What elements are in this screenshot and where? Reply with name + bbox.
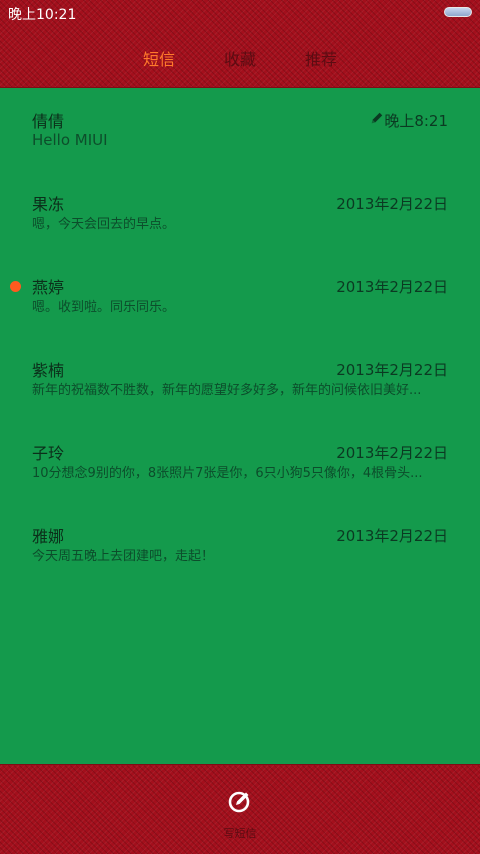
message-preview: 嗯。收到啦。同乐同乐。 — [32, 300, 176, 315]
contact-name: 紫楠 — [32, 361, 65, 380]
message-date: 2013年2月22日 — [336, 278, 448, 296]
contact-name: 子玲 — [32, 444, 65, 463]
message-preview: Hello MIUI — [32, 131, 108, 149]
thread-list: 倩倩 晚上8:21 Hello MIUI 果冻 2013年2月22日 嗯，今天会… — [0, 88, 480, 764]
thread-row[interactable]: 雅娜 2013年2月22日 今天周五晚上去团建吧，走起！ — [0, 503, 480, 586]
top-bar: 晚上10:21 短信 收藏 推荐 — [0, 0, 480, 88]
message-date: 2013年2月22日 — [336, 444, 448, 462]
thread-row[interactable]: 果冻 2013年2月22日 嗯，今天会回去的早点。 — [0, 171, 480, 254]
message-preview: 今天周五晚上去团建吧，走起！ — [32, 549, 215, 564]
compose-button-label[interactable]: 写短信 — [0, 825, 480, 841]
message-preview: 10分想念9别的你，8张照片7张是你，6只小狗5只像你，4根骨头... — [32, 466, 423, 481]
draft-pencil-icon — [371, 112, 383, 124]
bottom-bar: 写短信 — [0, 764, 480, 854]
message-date: 2013年2月22日 — [336, 195, 448, 213]
contact-name: 燕婷 — [32, 278, 65, 297]
contact-name: 果冻 — [32, 195, 65, 214]
tab-favorites[interactable]: 收藏 — [224, 46, 256, 70]
tab-recommended[interactable]: 推荐 — [305, 46, 337, 70]
contact-name: 倩倩 — [32, 112, 65, 131]
unread-dot-icon — [10, 281, 21, 292]
compose-icon[interactable] — [228, 789, 252, 813]
tab-sms[interactable]: 短信 — [143, 46, 175, 70]
message-preview: 新年的祝福数不胜数，新年的愿望好多好多，新年的问候依旧美好... — [32, 383, 422, 398]
thread-row[interactable]: 紫楠 2013年2月22日 新年的祝福数不胜数，新年的愿望好多好多，新年的问候依… — [0, 337, 480, 420]
tab-bar: 短信 收藏 推荐 — [0, 46, 480, 70]
message-date: 晚上8:21 — [384, 112, 448, 130]
thread-row[interactable]: 子玲 2013年2月22日 10分想念9别的你，8张照片7张是你，6只小狗5只像… — [0, 420, 480, 503]
contact-name: 雅娜 — [32, 527, 65, 546]
status-time: 晚上10:21 — [8, 7, 77, 23]
thread-row[interactable]: 燕婷 2013年2月22日 嗯。收到啦。同乐同乐。 — [0, 254, 480, 337]
message-date: 2013年2月22日 — [336, 361, 448, 379]
battery-icon — [444, 7, 472, 17]
message-preview: 嗯，今天会回去的早点。 — [32, 217, 176, 232]
thread-row[interactable]: 倩倩 晚上8:21 Hello MIUI — [0, 88, 480, 171]
message-date: 2013年2月22日 — [336, 527, 448, 545]
